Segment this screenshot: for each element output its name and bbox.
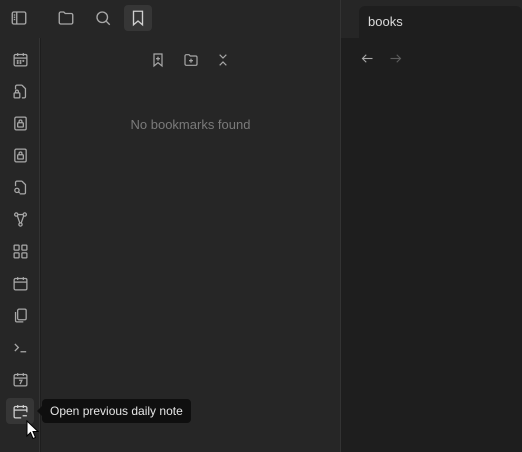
tooltip: Open previous daily note (37, 399, 191, 423)
new-bookmark-group-button[interactable] (179, 48, 203, 72)
ribbon-canvas-button[interactable] (6, 238, 34, 264)
folder-plus-icon (184, 54, 198, 66)
calendar-7-icon (12, 372, 28, 387)
ribbon-file-lock-button[interactable] (6, 78, 34, 104)
file-lock-icon (12, 83, 26, 99)
file-search-icon (13, 179, 26, 195)
tab-books[interactable]: books (359, 6, 522, 38)
mouse-cursor-icon (26, 420, 40, 440)
navigate-forward-button[interactable] (385, 48, 405, 68)
calendar-minus-icon (12, 404, 28, 419)
top-bar (0, 0, 341, 38)
layout-grid-icon (12, 243, 28, 259)
ribbon-file-search-button[interactable] (6, 174, 34, 200)
sidebar-toggle-button[interactable] (5, 5, 33, 31)
ribbon-weekly-note-button[interactable] (6, 366, 34, 392)
arrow-left-icon (361, 53, 372, 63)
editor-area (341, 38, 522, 452)
ribbon-lock-button[interactable] (6, 110, 34, 136)
ribbon-lock-button-2[interactable] (6, 142, 34, 168)
copy-icon (14, 307, 27, 323)
ribbon-command-palette-button[interactable] (6, 334, 34, 360)
bookmarks-panel: No bookmarks found (41, 38, 340, 452)
ribbon-open-calendar-button[interactable] (6, 46, 34, 72)
folder-icon (58, 11, 74, 25)
app-window: No bookmarks found books Open previous d… (0, 0, 522, 452)
bookmark-icon (132, 10, 144, 27)
bookmarks-button[interactable] (124, 5, 152, 31)
graph-icon (13, 211, 27, 227)
sidebar-toggle-icon (11, 11, 27, 25)
ribbon (0, 38, 40, 452)
empty-bookmarks-message: No bookmarks found (130, 117, 251, 132)
search-icon (96, 11, 111, 26)
navigate-back-button[interactable] (357, 48, 377, 68)
lock-icon (13, 115, 27, 131)
lock-icon (13, 147, 27, 163)
ribbon-copy-button[interactable] (6, 302, 34, 328)
calendar-icon (12, 276, 28, 291)
new-bookmark-button[interactable] (146, 48, 170, 72)
collapse-all-icon (219, 54, 227, 66)
file-explorer-button[interactable] (52, 5, 80, 31)
ribbon-graph-button[interactable] (6, 206, 34, 232)
arrow-right-icon (390, 53, 401, 63)
calendar-icon (12, 52, 28, 67)
bookmark-plus-icon (153, 53, 163, 68)
search-button[interactable] (89, 5, 117, 31)
ribbon-daily-note-button[interactable] (6, 270, 34, 296)
terminal-icon (13, 343, 26, 352)
collapse-all-button[interactable] (211, 48, 235, 72)
